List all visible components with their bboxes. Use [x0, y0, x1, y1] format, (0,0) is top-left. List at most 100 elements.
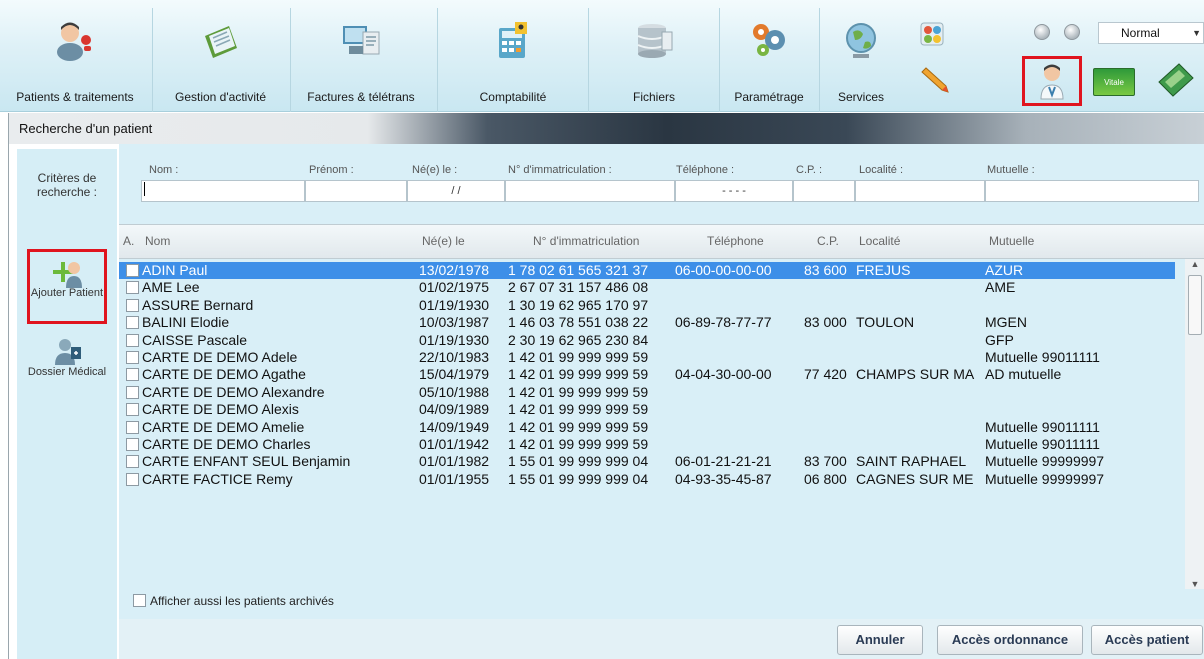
search-phone-input[interactable]: - - - - — [675, 180, 793, 202]
cell-name: AME Lee — [142, 279, 200, 296]
row-archive-checkbox[interactable] — [126, 298, 139, 312]
row-archive-checkbox[interactable] — [126, 264, 139, 277]
table-row[interactable]: CARTE DE DEMO Adele 22/10/1983 1 42 01 99 … — [119, 349, 1175, 366]
table-row[interactable]: ASSURE Bernard 01/19/1930 1 30 19 62 965 1… — [119, 297, 1175, 314]
show-archived-toggle[interactable]: Afficher aussi les patients archivés — [133, 594, 334, 608]
row-archive-checkbox[interactable] — [126, 316, 139, 330]
toolbar-patients-button[interactable]: Patients & traitements — [0, 0, 150, 112]
search-mutual-input[interactable] — [985, 180, 1199, 202]
cell-birthdate: 01/19/1930 — [419, 296, 490, 313]
medical-record-button[interactable]: Dossier Médical — [27, 331, 107, 406]
table-row[interactable]: CARTE DE DEMO Alexis 04/09/1989 1 42 01 99… — [119, 401, 1175, 418]
col-birthdate[interactable]: Né(e) le — [422, 234, 465, 248]
card-reader-icon[interactable] — [1153, 58, 1197, 102]
pencil-icon[interactable] — [918, 64, 952, 98]
search-nom-input[interactable] — [141, 180, 305, 202]
cell-city: CAGNES SUR ME — [856, 470, 974, 487]
search-label-prenom: Prénom : — [309, 164, 354, 176]
search-city-input[interactable] — [855, 180, 985, 202]
toolbar-invoices-label: Factures & télétrans — [307, 90, 415, 104]
table-row[interactable]: CAISSE Pascale 01/19/1930 2 30 19 62 965 2… — [119, 332, 1175, 349]
col-immatriculation[interactable]: N° d'immatriculation — [533, 234, 639, 248]
search-immatriculation-input[interactable] — [505, 180, 675, 202]
cell-mutual: AME — [985, 279, 1016, 296]
medical-record-icon — [55, 339, 81, 365]
cell-birthdate: 01/01/1942 — [419, 435, 490, 452]
palette-icon[interactable] — [918, 20, 948, 50]
open-prescription-button[interactable]: Accès ordonnance — [937, 625, 1083, 655]
table-row[interactable]: ADIN Paul 13/02/1978 1 78 02 61 565 321 37… — [119, 262, 1175, 280]
scroll-up-icon[interactable]: ▲ — [1185, 259, 1204, 269]
cell-mutual: AD mutuelle — [985, 366, 1062, 383]
toolbar-files-button[interactable]: Fichiers — [589, 0, 719, 112]
row-archive-checkbox[interactable] — [126, 385, 139, 399]
cell-immatriculation: 1 42 01 99 999 999 59 — [508, 401, 649, 418]
row-archive-checkbox[interactable] — [126, 472, 139, 486]
table-scrollbar[interactable]: ▲ ▼ — [1185, 259, 1204, 589]
row-archive-checkbox[interactable] — [126, 455, 139, 469]
search-prenom-input[interactable] — [305, 180, 407, 202]
search-label-postcode: C.P. : — [796, 164, 823, 176]
row-archive-checkbox[interactable] — [126, 403, 139, 417]
table-row[interactable]: CARTE DE DEMO Charles 01/01/1942 1 42 01 9… — [119, 436, 1175, 453]
show-archived-checkbox[interactable] — [133, 594, 146, 607]
cell-immatriculation: 1 42 01 99 999 999 59 — [508, 435, 649, 452]
table-row[interactable]: CARTE DE DEMO Alexandre 05/10/1988 1 42 01… — [119, 384, 1175, 401]
table-header: A. Nom Né(e) le N° d'immatriculation Tél… — [119, 224, 1204, 259]
row-archive-checkbox[interactable] — [126, 368, 139, 382]
cell-mutual: Mutuelle 99011111 — [985, 348, 1100, 365]
toolbar-accounting-button[interactable]: Comptabilité — [438, 0, 588, 112]
table-row[interactable]: AME Lee 01/02/1975 2 67 07 31 157 486 08 AM… — [119, 279, 1175, 296]
col-mutual[interactable]: Mutuelle — [989, 234, 1034, 248]
view-mode-select[interactable]: Normal ▼ — [1098, 22, 1204, 44]
row-archive-checkbox[interactable] — [126, 333, 139, 347]
table-row[interactable]: CARTE DE DEMO Agathe 15/04/1979 1 42 01 99… — [119, 366, 1175, 383]
toolbar-services-button[interactable]: Services — [820, 0, 902, 112]
cell-name: CARTE DE DEMO Agathe — [142, 366, 306, 383]
cell-postcode: 83 600 — [804, 262, 847, 278]
cell-city: FREJUS — [856, 262, 911, 278]
search-postcode-input[interactable] — [793, 180, 855, 202]
scroll-down-icon[interactable]: ▼ — [1185, 579, 1204, 589]
accounting-icon — [499, 22, 527, 58]
toolbar-round-right-button[interactable] — [1064, 24, 1080, 40]
table-row[interactable]: BALINI Elodie 10/03/1987 1 46 03 78 551 03… — [119, 314, 1175, 331]
search-birthdate-input[interactable]: / / — [407, 180, 505, 202]
doctor-button[interactable] — [1022, 56, 1082, 106]
cell-name: CARTE DE DEMO Adele — [142, 348, 298, 365]
col-city[interactable]: Localité — [859, 234, 900, 248]
patient-list: ADIN Paul 13/02/1978 1 78 02 61 565 321 37… — [119, 262, 1175, 488]
col-nom[interactable]: Nom — [145, 234, 170, 248]
cell-phone: 04-93-35-45-87 — [675, 470, 772, 487]
row-archive-checkbox[interactable] — [126, 437, 139, 451]
files-icon — [637, 24, 673, 58]
vitale-card-button[interactable]: Vitale — [1093, 68, 1135, 96]
toolbar-activity-label: Gestion d'activité — [174, 90, 266, 104]
cancel-button[interactable]: Annuler — [837, 625, 923, 655]
col-postcode[interactable]: C.P. — [817, 234, 839, 248]
col-archived[interactable]: A. — [123, 234, 134, 248]
cell-birthdate: 22/10/1983 — [419, 348, 490, 365]
cell-name: CARTE DE DEMO Charles — [142, 435, 311, 452]
table-row[interactable]: CARTE DE DEMO Amelie 14/09/1949 1 42 01 99… — [119, 419, 1175, 436]
row-archive-checkbox[interactable] — [126, 420, 139, 434]
toolbar-round-left-button[interactable] — [1034, 24, 1050, 40]
toolbar-invoices-button[interactable]: Factures & télétrans — [291, 0, 431, 112]
add-patient-button[interactable]: Ajouter Patient — [27, 249, 107, 324]
toolbar-files-label: Fichiers — [632, 90, 675, 104]
patient-search-window: Recherche d'un patient Critères de reche… — [8, 113, 1204, 659]
row-archive-checkbox[interactable] — [126, 350, 139, 364]
search-label-mutual: Mutuelle : — [987, 164, 1035, 176]
toolbar-settings-button[interactable]: Paramétrage — [720, 0, 818, 112]
table-row[interactable]: CARTE ENFANT SEUL Benjamin 01/01/1982 1 55… — [119, 453, 1175, 470]
cell-immatriculation: 1 30 19 62 965 170 97 — [508, 296, 649, 313]
cell-birthdate: 01/02/1975 — [419, 279, 490, 296]
open-patient-button[interactable]: Accès patient — [1091, 625, 1203, 655]
toolbar-activity-button[interactable]: Gestion d'activité — [153, 0, 288, 112]
cell-immatriculation: 1 42 01 99 999 999 59 — [508, 366, 649, 383]
table-row[interactable]: CARTE FACTICE Remy 01/01/1955 1 55 01 99 9… — [119, 471, 1175, 488]
window-title-bar: Recherche d'un patient — [9, 113, 1204, 144]
col-phone[interactable]: Téléphone — [707, 234, 764, 248]
scrollbar-thumb[interactable] — [1188, 275, 1202, 335]
row-archive-checkbox[interactable] — [126, 281, 139, 295]
